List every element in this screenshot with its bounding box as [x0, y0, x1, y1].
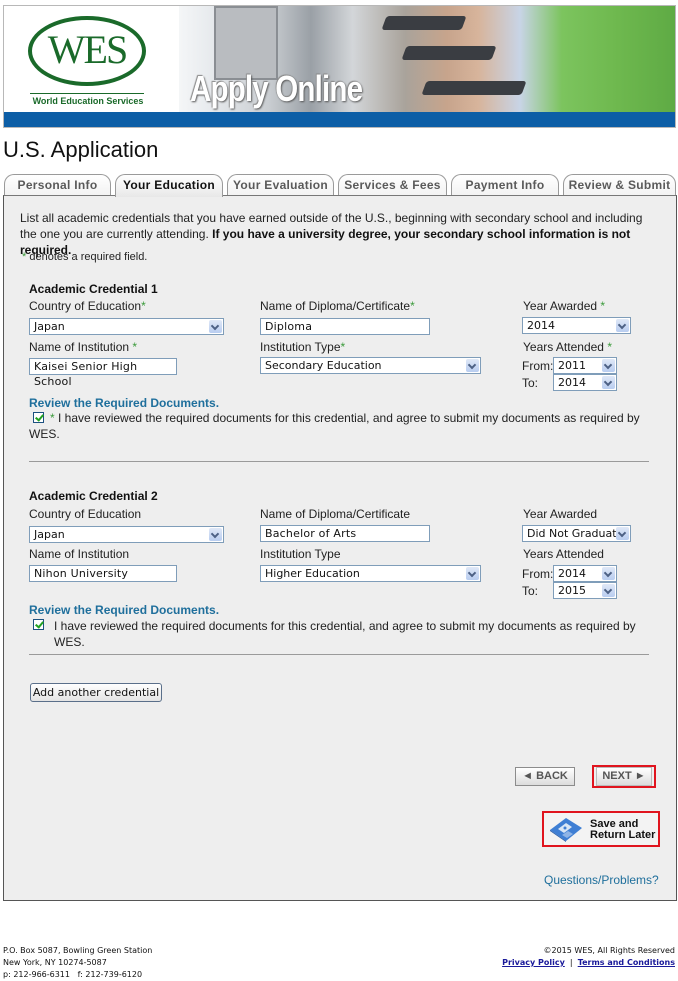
phone-fax: p: 212-966-6311 f: 212-739-6120 [3, 970, 143, 979]
save-label: Save and Return Later [590, 818, 656, 841]
tab-your-evaluation[interactable]: Your Evaluation [227, 174, 334, 196]
diploma-input-2[interactable]: Bachelor of Arts [260, 525, 430, 542]
chevron-down-icon[interactable] [466, 359, 479, 372]
institution-label: Name of Institution * [29, 340, 138, 354]
institution-type-select-2[interactable]: Higher Education [260, 565, 481, 582]
copyright: ©2015 WES, All Rights Reserved [543, 946, 675, 955]
divider [29, 654, 649, 655]
required-note: * denotes a required field. [22, 251, 148, 263]
agree-checkbox-2[interactable] [33, 619, 44, 630]
country-select-2[interactable]: Japan [29, 526, 224, 543]
tab-payment-info[interactable]: Payment Info [451, 174, 559, 196]
from-label: From: [522, 567, 554, 581]
banner-headline: Apply Online [190, 68, 363, 109]
tab-your-education[interactable]: Your Education [115, 174, 223, 197]
next-button[interactable]: NEXT ► [596, 767, 652, 786]
tab-services-fees[interactable]: Services & Fees [338, 174, 447, 196]
chevron-down-icon[interactable] [466, 567, 479, 580]
footer-separator: | [569, 958, 573, 967]
logo-text: WES [47, 27, 128, 72]
country-select-1[interactable]: Japan [29, 318, 224, 335]
from-year-select-2[interactable]: 2014 [553, 565, 617, 582]
logo-subtitle: World Education Services [32, 96, 144, 106]
to-year-select-2[interactable]: 2015 [553, 582, 617, 599]
years-attended-label: Years Attended * [523, 340, 612, 354]
divider [29, 461, 649, 462]
institution-type-label: Institution Type [260, 547, 341, 561]
floppy-disk-icon [550, 818, 582, 842]
year-awarded-select-1[interactable]: 2014 [522, 317, 631, 334]
add-credential-button[interactable]: Add another credential [30, 683, 162, 702]
institution-input-1[interactable]: Kaisei Senior High School [29, 358, 177, 388]
footer-legal: ©2015 WES, All Rights Reserved Privacy P… [502, 945, 675, 969]
chevron-down-icon[interactable] [209, 320, 222, 333]
institution-type-select-1[interactable]: Secondary Education [260, 357, 481, 374]
privacy-policy-link[interactable]: Privacy Policy [502, 958, 565, 967]
institution-type-label: Institution Type* [260, 340, 346, 354]
to-year-select-1[interactable]: 2014 [553, 374, 617, 391]
to-label: To: [522, 584, 539, 598]
diploma-label: Name of Diploma/Certificate [260, 507, 411, 521]
year-awarded-label: Year Awarded * [523, 299, 606, 313]
year-awarded-label: Year Awarded [523, 507, 598, 521]
credential-2-title: Academic Credential 2 [29, 489, 158, 503]
chevron-down-icon[interactable] [602, 567, 615, 580]
year-awarded-select-2[interactable]: Did Not Graduate [522, 525, 631, 542]
save-return-later-button[interactable]: Save and Return Later [542, 811, 660, 847]
tab-personal-info[interactable]: Personal Info [4, 174, 111, 196]
from-year-select-1[interactable]: 2011 [553, 357, 617, 374]
to-label: To: [522, 376, 539, 390]
questions-link[interactable]: Questions/Problems? [544, 873, 659, 887]
country-label: Country of Education* [29, 299, 146, 313]
credential-1-title: Academic Credential 1 [29, 282, 158, 296]
years-attended-label: Years Attended [523, 547, 604, 561]
country-label: Country of Education [29, 507, 142, 521]
back-button[interactable]: ◄ BACK [515, 767, 575, 786]
chevron-down-icon[interactable] [209, 528, 222, 541]
chevron-down-icon[interactable] [602, 584, 615, 597]
footer-address: P.O. Box 5087, Bowling Green Station New… [3, 945, 152, 981]
terms-conditions-link[interactable]: Terms and Conditions [578, 958, 675, 967]
chevron-down-icon[interactable] [616, 319, 629, 332]
header-banner: WES World Education Services Apply Onlin… [3, 5, 676, 128]
from-label: From: [522, 359, 554, 373]
chevron-down-icon[interactable] [602, 359, 615, 372]
chevron-down-icon[interactable] [602, 376, 615, 389]
institution-label: Name of Institution [29, 547, 130, 561]
tab-review-submit[interactable]: Review & Submit [563, 174, 676, 196]
address-line-1: P.O. Box 5087, Bowling Green Station [3, 946, 153, 955]
page-title: U.S. Application [3, 137, 159, 162]
banner-bar [4, 112, 675, 127]
institution-input-2[interactable]: Nihon University [29, 565, 177, 582]
agree-text-1: * I have reviewed the required documents… [29, 411, 640, 441]
diploma-label: Name of Diploma/Certificate* [260, 299, 415, 313]
wes-logo[interactable]: WES World Education Services [4, 6, 179, 112]
diploma-input-1[interactable]: Diploma [260, 318, 430, 335]
chevron-down-icon[interactable] [616, 527, 629, 540]
address-line-2: New York, NY 10274-5087 [3, 958, 107, 967]
review-documents-link-2[interactable]: Review the Required Documents. [29, 603, 219, 617]
review-documents-link-1[interactable]: Review the Required Documents. [29, 396, 219, 410]
agree-text-2: I have reviewed the required documents f… [54, 619, 636, 649]
